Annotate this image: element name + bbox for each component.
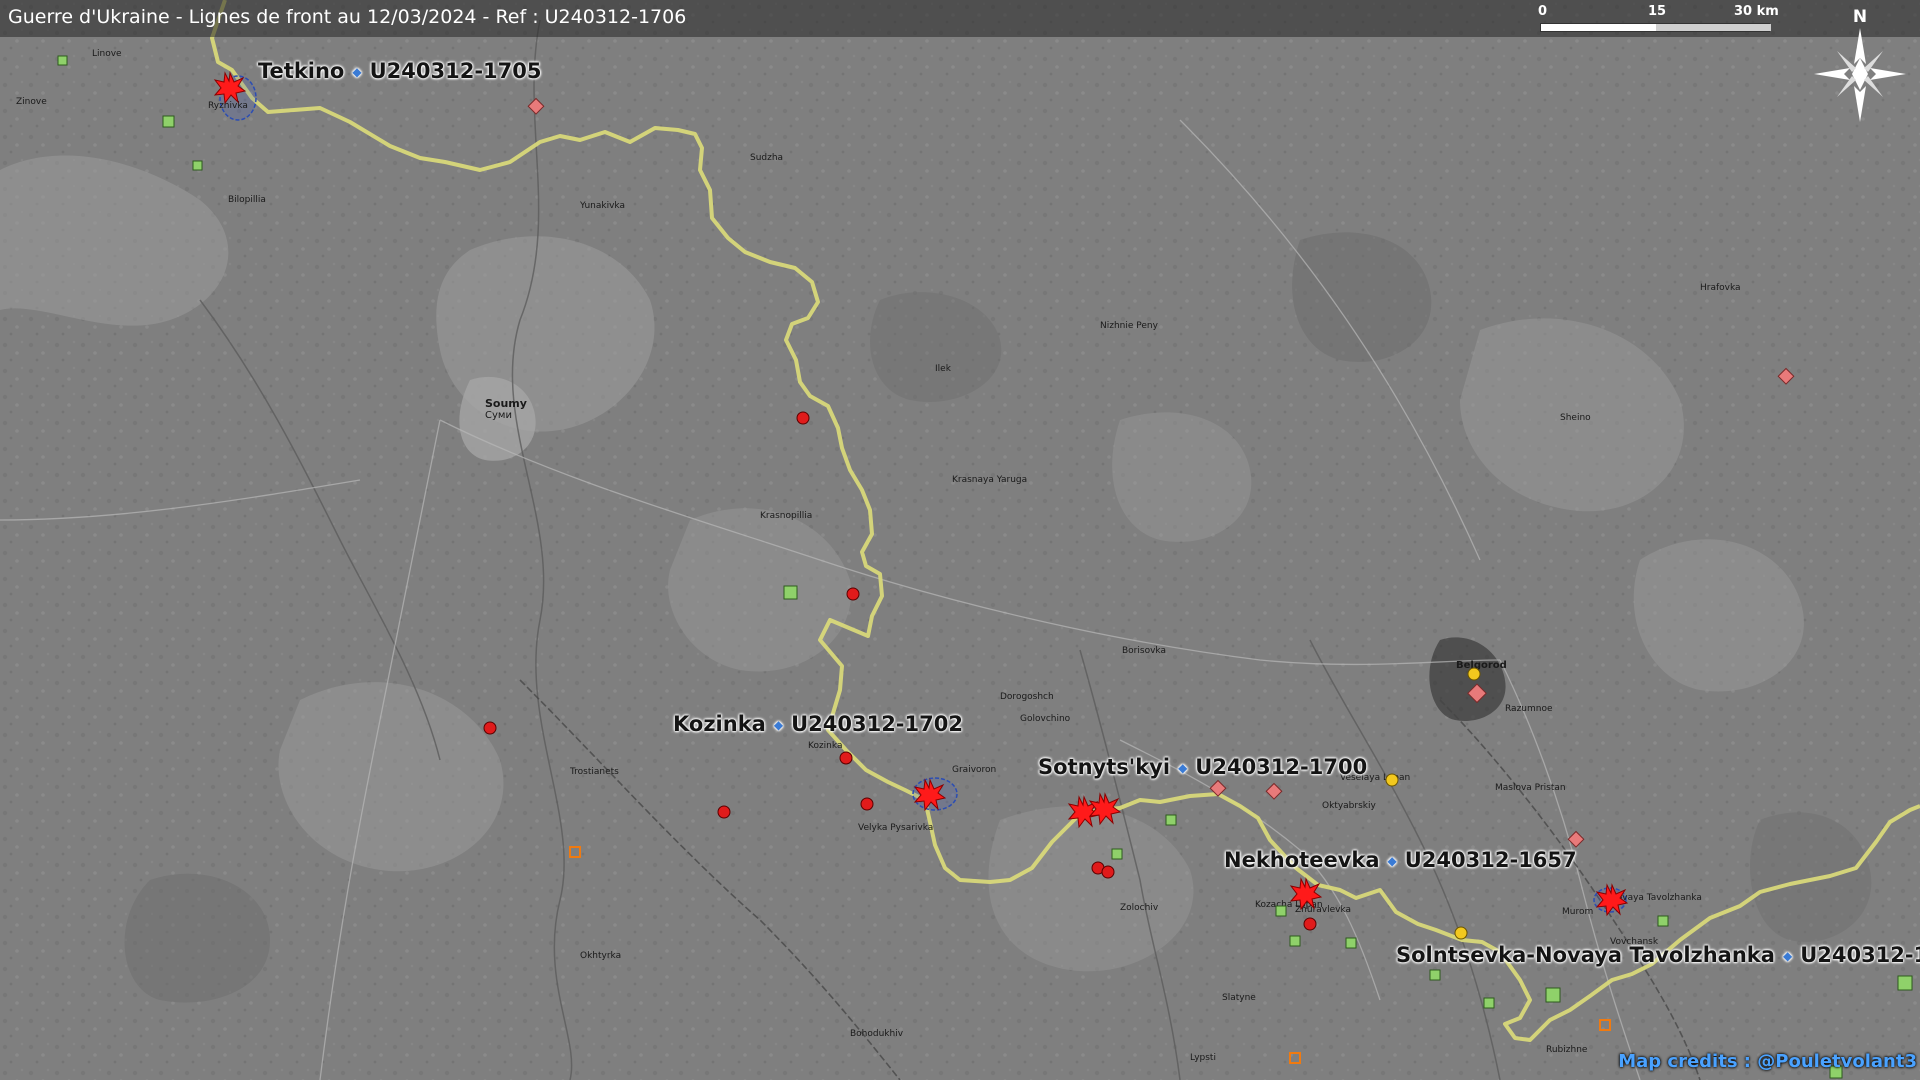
separator-dot-icon: ◆ bbox=[1782, 949, 1793, 963]
svg-text:Razumnoe: Razumnoe bbox=[1505, 704, 1553, 714]
svg-text:Krasnopillia: Krasnopillia bbox=[760, 511, 812, 521]
scale-bar: 0 15 30 km bbox=[1538, 4, 1779, 34]
svg-text:Ilek: Ilek bbox=[935, 364, 952, 374]
svg-text:Kozinka: Kozinka bbox=[808, 741, 842, 751]
svg-text:Soumy: Soumy bbox=[485, 397, 527, 410]
svg-text:Golovchino: Golovchino bbox=[1020, 714, 1071, 724]
scale-tick-30: 30 km bbox=[1734, 4, 1779, 19]
event-label-tetkino: Tetkino ◆ U240312-1705 bbox=[258, 59, 541, 83]
svg-text:Graivoron: Graivoron bbox=[952, 765, 996, 775]
north-arrow-icon: N bbox=[1814, 7, 1906, 122]
svg-text:Trostianets: Trostianets bbox=[569, 767, 619, 777]
svg-text:Sheino: Sheino bbox=[1560, 413, 1591, 423]
svg-text:Rubizhne: Rubizhne bbox=[1546, 1045, 1588, 1055]
event-label-solntsevka: Solntsevka-Novaya Tavolzhanka ◆ U240312-17… bbox=[1396, 943, 1920, 967]
svg-text:Zinove: Zinove bbox=[16, 97, 47, 107]
event-label-kozinka: Kozinka ◆ U240312-1702 bbox=[673, 712, 963, 736]
north-label: N bbox=[1853, 7, 1867, 27]
map-title: Guerre d'Ukraine - Lignes de front au 12… bbox=[8, 6, 687, 28]
map-canvas[interactable]: Ryzhivka Zinove Linove Yunakivka Soumy С… bbox=[0, 0, 1920, 1080]
svg-text:Linove: Linove bbox=[92, 49, 122, 59]
scale-bar-graphic bbox=[1540, 23, 1771, 32]
svg-text:Murom: Murom bbox=[1562, 907, 1593, 917]
event-place: Tetkino bbox=[258, 59, 345, 83]
separator-dot-icon: ◆ bbox=[1178, 761, 1188, 775]
event-place: Kozinka bbox=[673, 712, 766, 736]
event-place: Solntsevka-Novaya Tavolzhanka bbox=[1396, 943, 1775, 967]
svg-text:Bilopillia: Bilopillia bbox=[228, 195, 266, 205]
svg-text:Maslova Pristan: Maslova Pristan bbox=[1495, 783, 1566, 793]
separator-dot-icon: ◆ bbox=[1387, 854, 1397, 868]
event-place: Nekhoteevka bbox=[1224, 848, 1380, 872]
event-ref: U240312-1702 bbox=[791, 712, 963, 736]
event-place: Sotnyts'kyi bbox=[1038, 755, 1171, 779]
svg-text:Ryzhivka: Ryzhivka bbox=[208, 101, 248, 111]
scale-bar-half bbox=[1656, 24, 1771, 31]
svg-text:Nizhnie Peny: Nizhnie Peny bbox=[1100, 321, 1159, 331]
separator-dot-icon: ◆ bbox=[773, 718, 784, 732]
event-label-nekhoteevka: Nekhoteevka ◆ U240312-1657 bbox=[1224, 848, 1577, 872]
svg-text:Velyka Pysarivka: Velyka Pysarivka bbox=[858, 823, 933, 833]
svg-text:Dorogoshch: Dorogoshch bbox=[1000, 692, 1054, 702]
svg-text:Borisovka: Borisovka bbox=[1122, 646, 1166, 656]
svg-text:Slatyne: Slatyne bbox=[1222, 993, 1256, 1003]
svg-text:Oktyabrskiy: Oktyabrskiy bbox=[1322, 801, 1376, 811]
event-ref: U240312-1700 bbox=[1195, 755, 1368, 779]
event-ref: U240312-1703 bbox=[1800, 943, 1920, 967]
svg-text:Bohodukhiv: Bohodukhiv bbox=[850, 1029, 904, 1039]
svg-text:Lypsti: Lypsti bbox=[1190, 1053, 1216, 1063]
event-ref: U240312-1657 bbox=[1404, 848, 1577, 872]
svg-text:Sudzha: Sudzha bbox=[750, 153, 783, 163]
svg-text:Суми: Суми bbox=[485, 410, 512, 421]
scale-tick-15: 15 bbox=[1648, 4, 1667, 19]
event-ref: U240312-1705 bbox=[369, 59, 542, 83]
svg-text:Zolochiv: Zolochiv bbox=[1120, 903, 1159, 913]
svg-text:Krasnaya Yaruga: Krasnaya Yaruga bbox=[952, 475, 1027, 485]
svg-text:Belgorod: Belgorod bbox=[1456, 660, 1507, 671]
scale-tick-0: 0 bbox=[1538, 4, 1548, 19]
event-label-sotnyts: Sotnyts'kyi ◆ U240312-1700 bbox=[1038, 755, 1367, 779]
svg-text:Okhtyrka: Okhtyrka bbox=[580, 951, 621, 961]
svg-text:Hrafovka: Hrafovka bbox=[1700, 283, 1741, 293]
svg-text:Yunakivka: Yunakivka bbox=[579, 201, 625, 211]
separator-dot-icon: ◆ bbox=[352, 65, 362, 79]
map-terrain bbox=[0, 0, 1920, 1080]
map-credits: Map credits : @Pouletvolant3 bbox=[1618, 1051, 1917, 1072]
